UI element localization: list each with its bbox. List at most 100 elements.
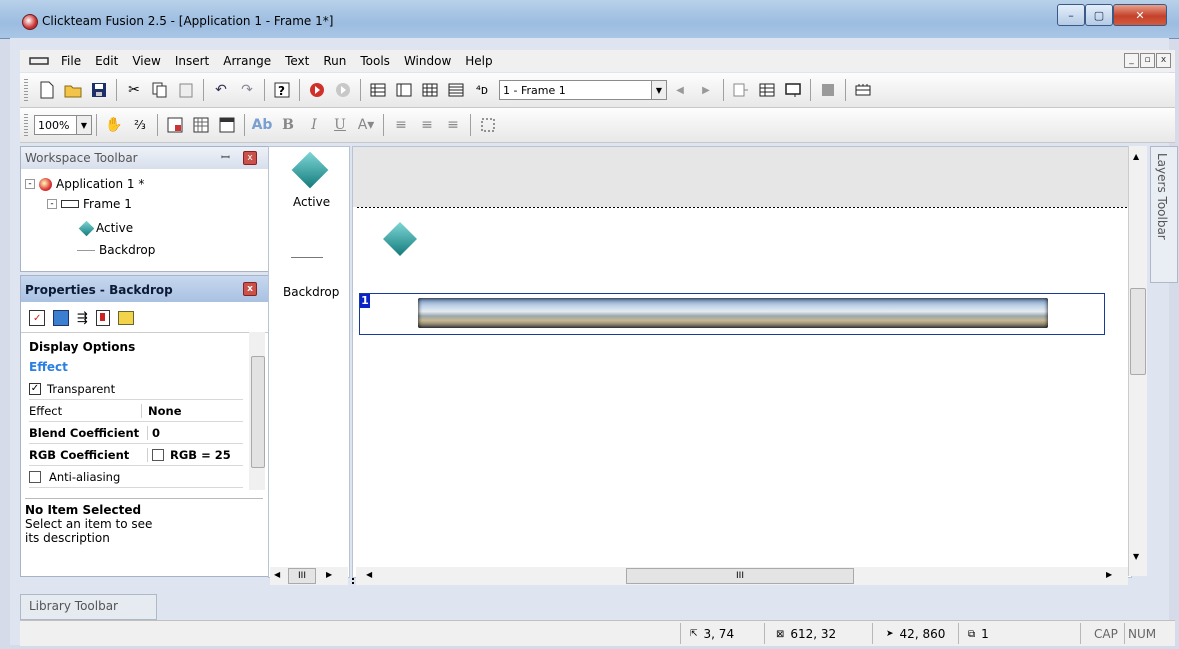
rgb-checkbox[interactable]	[152, 448, 164, 461]
object-label-active[interactable]: Active	[293, 195, 330, 209]
event-editor-icon[interactable]	[419, 79, 441, 101]
undo-icon[interactable]: ↶	[210, 79, 232, 101]
close-button[interactable]: ✕	[1113, 4, 1167, 26]
menu-view[interactable]: View	[125, 54, 167, 68]
chevron-down-icon[interactable]: ▼	[651, 81, 666, 99]
align-left-icon[interactable]: ≡	[390, 114, 412, 136]
menu-file[interactable]: File	[54, 54, 88, 68]
backdrop-selection[interactable]: 1	[359, 293, 1105, 335]
toolbar-grip[interactable]	[24, 114, 28, 136]
mdi-restore-button[interactable]: ▫	[1140, 53, 1155, 68]
align-right-icon[interactable]: ≡	[442, 114, 464, 136]
close-icon[interactable]: x	[243, 282, 257, 296]
chevron-down-icon[interactable]: ▼	[76, 116, 91, 134]
tree-item-frame[interactable]: - Frame 1	[47, 197, 132, 211]
save-icon[interactable]	[88, 79, 110, 101]
tab-size-icon[interactable]: ⇶	[77, 311, 88, 326]
paste-icon[interactable]	[175, 79, 197, 101]
open-folder-icon[interactable]	[62, 79, 84, 101]
tab-about-icon[interactable]	[117, 311, 134, 325]
tab-display-icon[interactable]	[53, 310, 69, 326]
event-icon-c[interactable]	[782, 79, 804, 101]
menu-insert[interactable]: Insert	[168, 54, 216, 68]
text-color-icon[interactable]: A▾	[355, 114, 377, 136]
backdrop-object-icon[interactable]	[291, 257, 323, 258]
property-row[interactable]: RGB Coefficient RGB = 25	[29, 444, 243, 466]
frame-editor-icon[interactable]	[393, 79, 415, 101]
transparent-row[interactable]: ✓ Transparent	[29, 378, 243, 400]
mdi-minimize-button[interactable]: _	[1124, 53, 1139, 68]
library-toolbar-tab[interactable]: Library Toolbar	[20, 594, 157, 620]
minimize-button[interactable]: –	[1057, 4, 1085, 26]
backdrop-image[interactable]	[418, 298, 1048, 328]
storyboard-editor-icon[interactable]	[367, 79, 389, 101]
scroll-thumb[interactable]	[251, 356, 265, 468]
menu-arrange[interactable]: Arrange	[216, 54, 278, 68]
grid-setup-icon[interactable]	[190, 114, 212, 136]
help-icon[interactable]: ?	[271, 79, 293, 101]
property-value[interactable]: None	[142, 404, 182, 418]
menu-tools[interactable]: Tools	[353, 54, 397, 68]
vertical-scrollbar[interactable]: ▲ ▼	[1128, 146, 1147, 576]
align-center-icon[interactable]: ≡	[416, 114, 438, 136]
menu-text[interactable]: Text	[278, 54, 316, 68]
close-icon[interactable]: x	[243, 151, 257, 165]
title-bar[interactable]: Clickteam Fusion 2.5 - [Application 1 - …	[0, 0, 1179, 39]
data-elements-icon[interactable]: ⁴ᴅ	[471, 79, 493, 101]
collapse-icon[interactable]: -	[47, 199, 57, 209]
run-frame-icon[interactable]	[332, 79, 354, 101]
build-icon[interactable]	[852, 79, 874, 101]
pin-icon[interactable]: ꟷ	[221, 150, 230, 165]
previous-frame-icon[interactable]: ◀	[669, 79, 691, 101]
hand-tool-icon[interactable]: ✋	[103, 114, 125, 136]
menu-window[interactable]: Window	[397, 54, 458, 68]
tree-item-active[interactable]: Active	[78, 220, 133, 236]
hotspot-icon[interactable]	[477, 114, 499, 136]
scroll-thumb[interactable]	[1130, 288, 1146, 375]
tab-settings-icon[interactable]: ✓	[29, 310, 45, 326]
new-file-icon[interactable]	[36, 79, 58, 101]
scroll-thumb[interactable]: III	[288, 568, 316, 584]
run-application-icon[interactable]	[306, 79, 328, 101]
next-frame-icon[interactable]: ▶	[695, 79, 717, 101]
snap-icon[interactable]: ⅔	[129, 114, 151, 136]
menu-edit[interactable]: Edit	[88, 54, 125, 68]
window-layout-icon[interactable]	[216, 114, 238, 136]
maximize-button[interactable]: ▢	[1085, 4, 1113, 26]
property-row[interactable]: Blend Coefficient 0	[29, 422, 243, 444]
property-value[interactable]: RGB = 25	[170, 448, 231, 462]
stop-icon[interactable]	[817, 79, 839, 101]
properties-scrollbar[interactable]	[249, 332, 265, 490]
italic-button[interactable]: I	[303, 114, 325, 136]
tree-item-application[interactable]: - Application 1 *	[25, 177, 144, 191]
bold-button[interactable]: B	[277, 114, 299, 136]
underline-button[interactable]: U	[329, 114, 351, 136]
zoom-select[interactable]: 100% ▼	[34, 115, 92, 135]
active-object[interactable]	[383, 222, 417, 256]
property-row[interactable]: Effect None	[29, 400, 243, 422]
scroll-left-icon[interactable]: ◀	[366, 570, 372, 579]
collapse-icon[interactable]: -	[25, 179, 35, 189]
property-value[interactable]: 0	[148, 426, 160, 440]
scroll-right-icon[interactable]: ▶	[1106, 570, 1112, 579]
layers-toolbar-tab[interactable]: Layers Toolbar	[1150, 146, 1178, 283]
transparent-checkbox[interactable]: ✓	[29, 382, 41, 395]
event-list-icon[interactable]	[445, 79, 467, 101]
copy-icon[interactable]	[149, 79, 171, 101]
mdi-close-button[interactable]: x	[1156, 53, 1171, 68]
event-icon-a[interactable]	[730, 79, 752, 101]
object-label-backdrop[interactable]: Backdrop	[283, 285, 339, 299]
tab-events-icon[interactable]	[95, 310, 110, 326]
frame-select[interactable]: 1 - Frame 1 ▼	[499, 80, 667, 100]
scroll-down-icon[interactable]: ▼	[1133, 552, 1139, 561]
horizontal-scrollbar[interactable]: ◀ III ▶	[356, 567, 1128, 585]
redo-icon[interactable]: ↷	[236, 79, 258, 101]
antialias-checkbox[interactable]	[29, 470, 41, 483]
antialias-row[interactable]: Anti-aliasing	[29, 466, 243, 488]
toolbar-grip[interactable]	[24, 79, 28, 101]
menu-run[interactable]: Run	[316, 54, 353, 68]
menu-help[interactable]: Help	[458, 54, 499, 68]
cut-icon[interactable]: ✂	[123, 79, 145, 101]
object-list-scrollbar[interactable]: ◀ III ▶	[270, 567, 348, 585]
scroll-left-icon[interactable]: ◀	[274, 570, 280, 579]
